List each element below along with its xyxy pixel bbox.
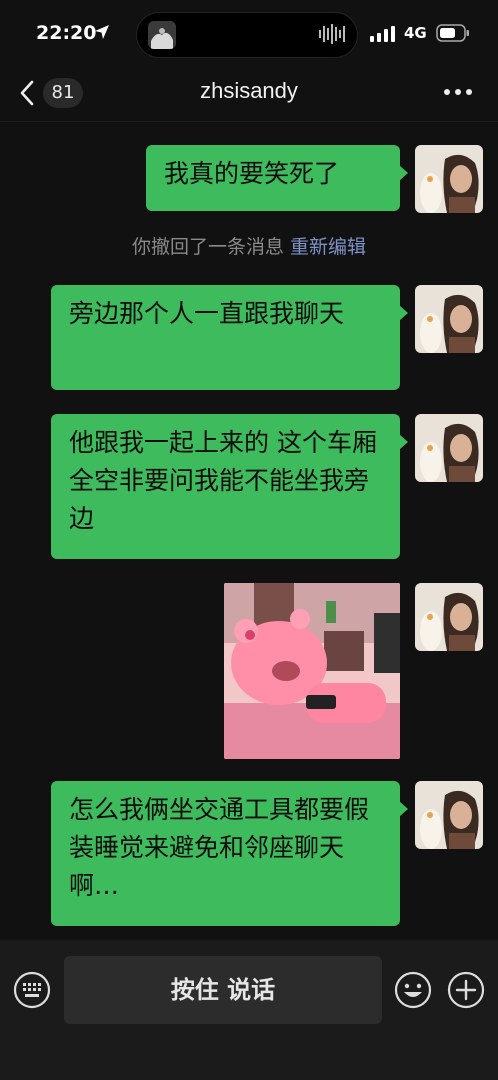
input-bar: 按住 说话: [0, 940, 498, 1080]
status-time: 22:20: [36, 22, 97, 44]
message-bubble[interactable]: 怎么我俩坐交通工具都要假装睡觉来避免和邻座聊天啊…: [51, 781, 408, 926]
hold-to-talk-button[interactable]: 按住 说话: [64, 956, 382, 1024]
status-bar: 22:20 4G: [0, 0, 498, 64]
audio-waveform-icon: [319, 24, 345, 44]
location-arrow-icon: [95, 25, 109, 39]
plus-icon[interactable]: [446, 970, 486, 1010]
now-playing-artwork: [148, 21, 176, 49]
emoji-icon[interactable]: [393, 970, 433, 1010]
recall-notice-text: 你撤回了一条消息: [131, 236, 284, 258]
avatar[interactable]: [415, 583, 483, 651]
signal-bars-icon: [370, 26, 395, 42]
network-type: 4G: [404, 24, 427, 42]
back-chevron-icon[interactable]: [18, 80, 36, 106]
avatar[interactable]: [415, 781, 483, 849]
re-edit-link[interactable]: 重新编辑: [290, 236, 366, 258]
more-dots-icon[interactable]: [440, 80, 476, 104]
message-bubble[interactable]: 旁边那个人一直跟我聊天: [51, 285, 408, 390]
avatar[interactable]: [415, 285, 483, 353]
pink-bear-sticker[interactable]: [224, 583, 400, 759]
message-bubble[interactable]: 他跟我一起上来的 这个车厢全空非要问我能不能坐我旁边: [51, 414, 408, 559]
avatar[interactable]: [415, 414, 483, 482]
keyboard-icon[interactable]: [12, 970, 52, 1010]
avatar[interactable]: [415, 145, 483, 213]
unread-count-badge[interactable]: 81: [43, 78, 83, 108]
chat-header: zhsisandy 81: [0, 64, 498, 122]
message-bubble[interactable]: 我真的要笑死了: [146, 145, 408, 211]
battery-icon: [436, 24, 469, 42]
recall-notice: 你撤回了一条消息 重新编辑: [0, 232, 498, 259]
